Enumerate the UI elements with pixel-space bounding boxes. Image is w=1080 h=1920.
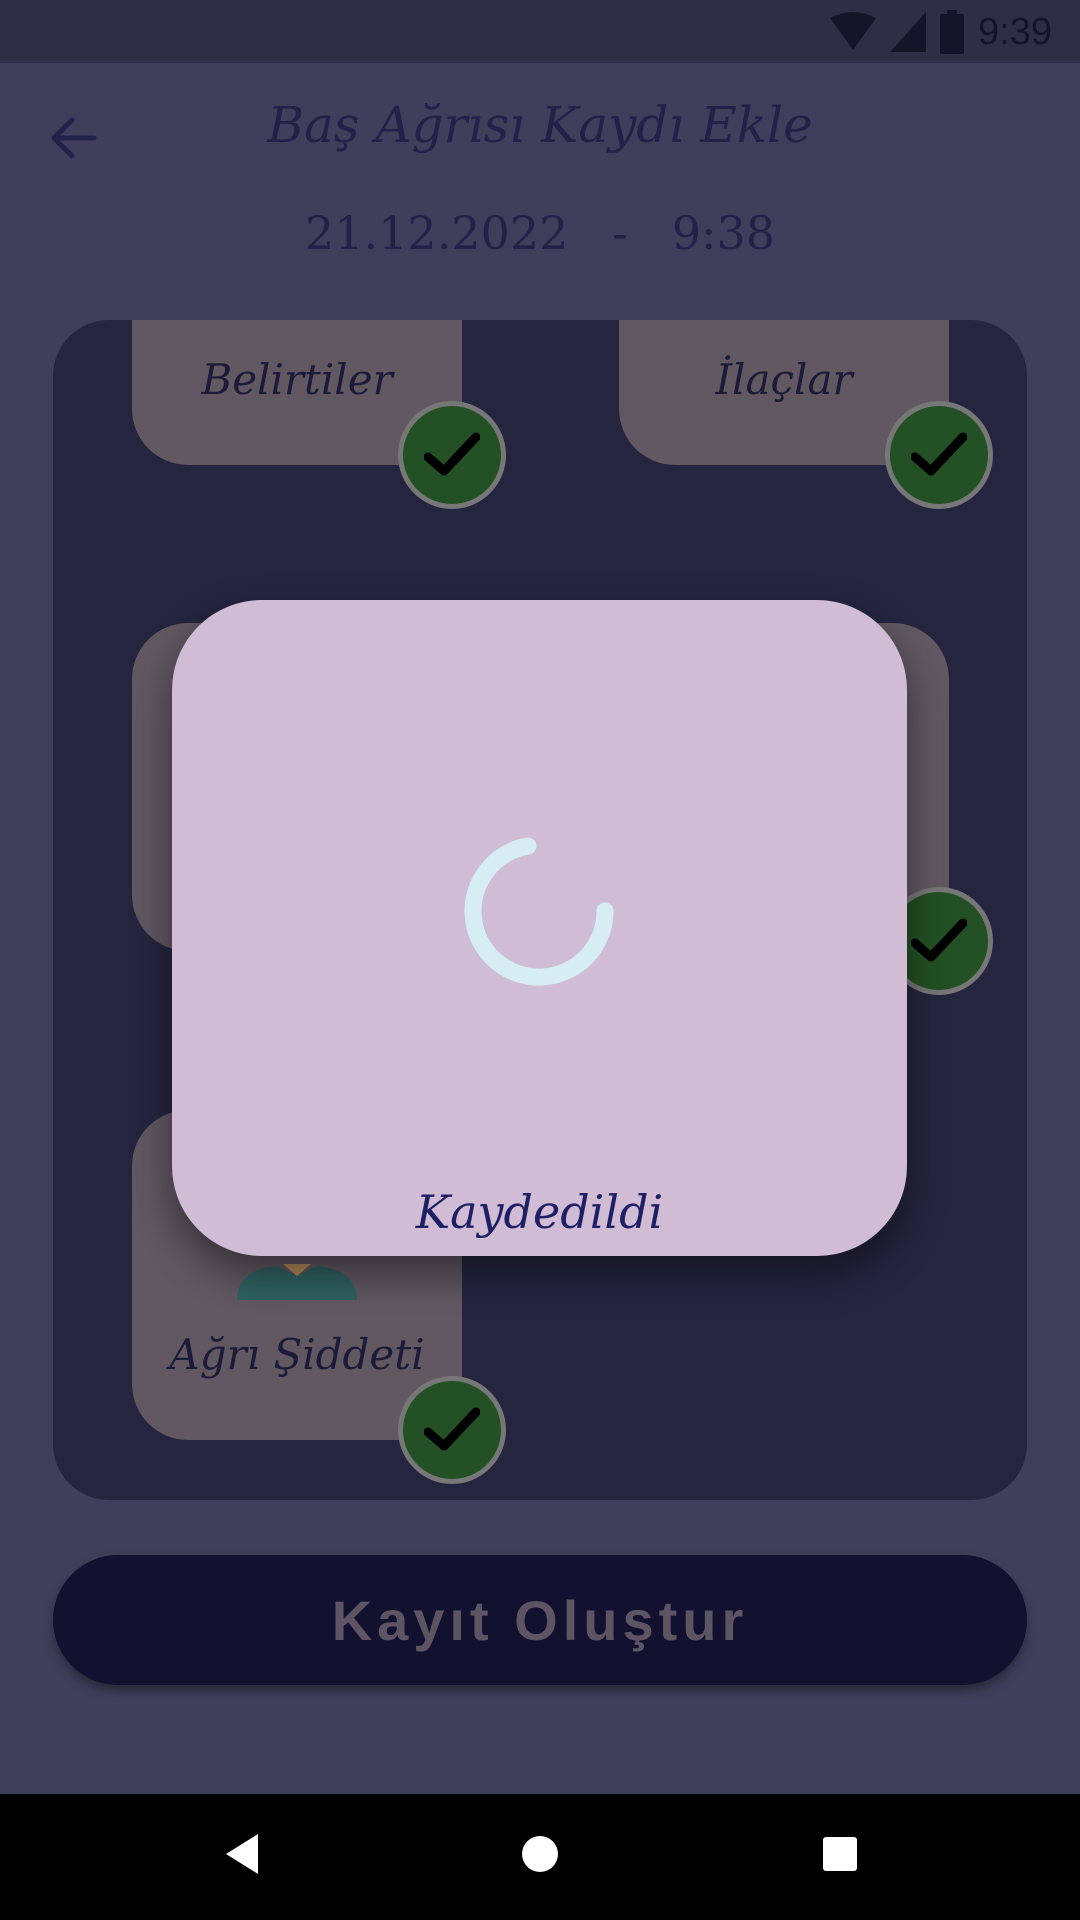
loading-spinner-icon	[464, 837, 614, 986]
navigation-bar	[0, 1794, 1080, 1920]
status-bar: 9:39	[0, 0, 1080, 63]
card-label-agri-siddeti: Ağrı Şiddeti	[169, 1330, 425, 1379]
check-icon-agri-siddeti	[398, 1376, 506, 1484]
card-label-ilaclar: İlaçlar	[715, 355, 853, 404]
status-icons: 9:39	[830, 8, 1052, 56]
create-record-button[interactable]: Kayıt Oluştur	[53, 1555, 1027, 1685]
check-icon-belirtiler	[398, 401, 506, 509]
check-icon-ilaclar	[885, 401, 993, 509]
wifi-icon	[830, 12, 877, 50]
datetime-separator: -	[612, 206, 628, 260]
create-record-label: Kayıt Oluştur	[331, 1588, 749, 1652]
page-title: Baş Ağrısı Kaydı Ekle	[267, 96, 813, 154]
signal-icon	[890, 12, 927, 52]
recents-square-icon[interactable]	[820, 1830, 860, 1878]
status-time: 9:39	[978, 10, 1052, 53]
back-triangle-icon[interactable]	[222, 1830, 262, 1878]
record-datetime: 21.12.2022 - 9:38	[0, 206, 1080, 260]
record-time: 9:38	[671, 206, 775, 260]
home-circle-icon[interactable]	[520, 1830, 560, 1878]
card-label-belirtiler: Belirtiler	[201, 355, 393, 404]
saved-dialog: Kaydedildi	[172, 600, 907, 1256]
battery-icon	[940, 10, 965, 54]
saved-message: Kaydedildi	[415, 1185, 664, 1239]
record-date: 21.12.2022	[305, 206, 569, 260]
